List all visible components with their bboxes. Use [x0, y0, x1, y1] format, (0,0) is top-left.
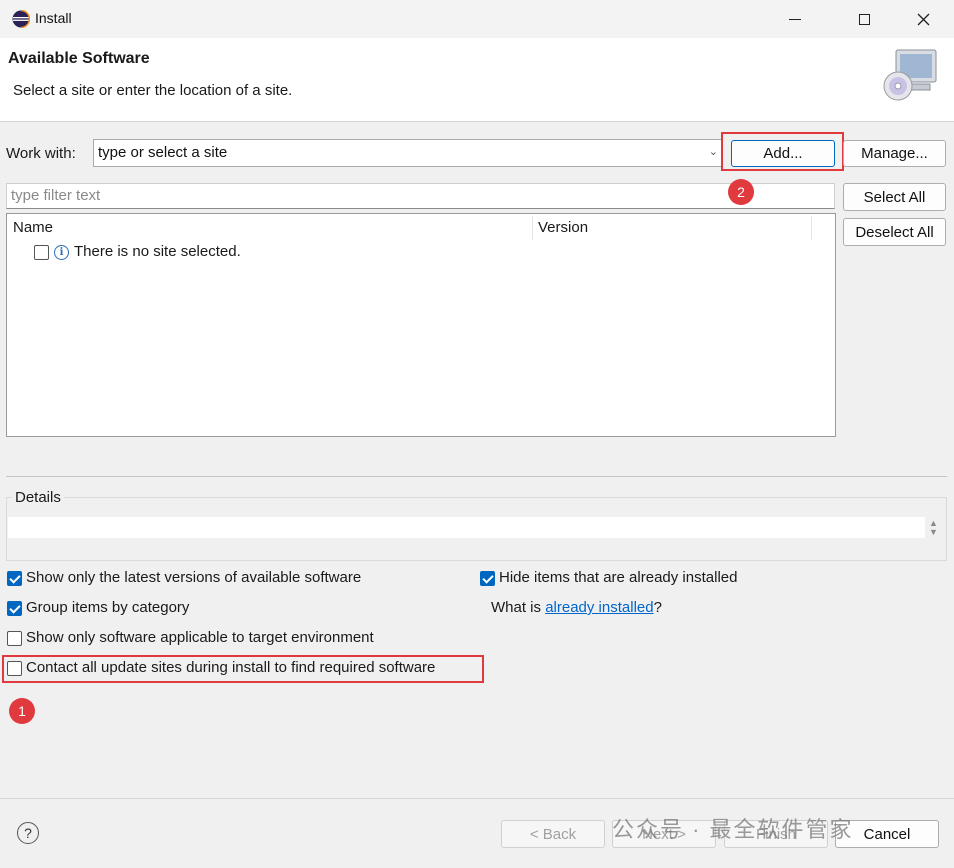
- eclipse-app-icon: [12, 10, 30, 28]
- details-text-area[interactable]: [8, 517, 925, 538]
- deselect-all-button[interactable]: Deselect All: [843, 218, 946, 246]
- details-label: Details: [12, 489, 64, 506]
- column-header-name[interactable]: Name: [13, 219, 53, 236]
- minimize-button[interactable]: [772, 0, 818, 38]
- target-env-label[interactable]: Show only software applicable to target …: [26, 629, 374, 646]
- work-with-value: type or select a site: [98, 144, 228, 161]
- hide-installed-checkbox[interactable]: [480, 571, 495, 586]
- latest-versions-checkbox[interactable]: [7, 571, 22, 586]
- chevron-down-icon[interactable]: ⌄: [709, 145, 718, 158]
- install-cd-icon: [883, 49, 937, 101]
- annotation-badge-1: 1: [9, 698, 35, 724]
- minimize-icon: [789, 18, 801, 20]
- filter-placeholder: type filter text: [11, 187, 101, 204]
- what-is-suffix: ?: [653, 599, 662, 616]
- page-subtitle: Select a site or enter the location of a…: [13, 82, 293, 99]
- maximize-button[interactable]: [841, 0, 887, 38]
- table-row-label: There is no site selected.: [74, 243, 241, 260]
- help-icon[interactable]: ?: [17, 822, 39, 844]
- row-checkbox[interactable]: [34, 245, 49, 260]
- column-divider[interactable]: [811, 216, 812, 240]
- filter-input[interactable]: type filter text: [6, 183, 835, 209]
- title-bar: Install: [0, 0, 954, 38]
- scroll-arrows-icon[interactable]: ▲ ▼: [929, 519, 938, 537]
- add-highlight-box: [721, 132, 844, 171]
- group-by-category-label[interactable]: Group items by category: [26, 599, 189, 616]
- column-header-version[interactable]: Version: [538, 219, 588, 236]
- work-with-combo[interactable]: type or select a site ⌄: [93, 139, 723, 167]
- target-env-checkbox[interactable]: [7, 631, 22, 646]
- software-table[interactable]: Name Version i There is no site selected…: [6, 213, 836, 437]
- what-is-prefix: What is: [491, 599, 546, 616]
- work-with-label: Work with:: [6, 145, 76, 162]
- close-button[interactable]: [900, 0, 946, 38]
- maximize-icon: [858, 13, 870, 25]
- page-title: Available Software: [8, 50, 150, 67]
- latest-versions-label[interactable]: Show only the latest versions of availab…: [26, 569, 361, 586]
- annotation-badge-2: 2: [728, 179, 754, 205]
- column-divider[interactable]: [532, 216, 533, 240]
- back-button[interactable]: < Back: [501, 820, 605, 848]
- close-icon: [917, 13, 929, 25]
- window-title: Install: [35, 10, 72, 26]
- group-by-category-checkbox[interactable]: [7, 601, 22, 616]
- wizard-header: Available Software Select a site or ente…: [0, 38, 954, 122]
- info-icon: i: [54, 245, 69, 260]
- footer-separator: [0, 798, 954, 799]
- already-installed-link[interactable]: already installed: [545, 599, 653, 616]
- select-all-button[interactable]: Select All: [843, 183, 946, 211]
- watermark-text: 公众号 · 最全软件管家: [612, 817, 854, 842]
- hide-installed-label[interactable]: Hide items that are already installed: [499, 569, 737, 586]
- manage-button[interactable]: Manage...: [843, 140, 946, 167]
- contact-sites-highlight-box: [2, 655, 484, 683]
- what-is-text: What is already installed?: [491, 599, 662, 616]
- separator: [6, 476, 947, 477]
